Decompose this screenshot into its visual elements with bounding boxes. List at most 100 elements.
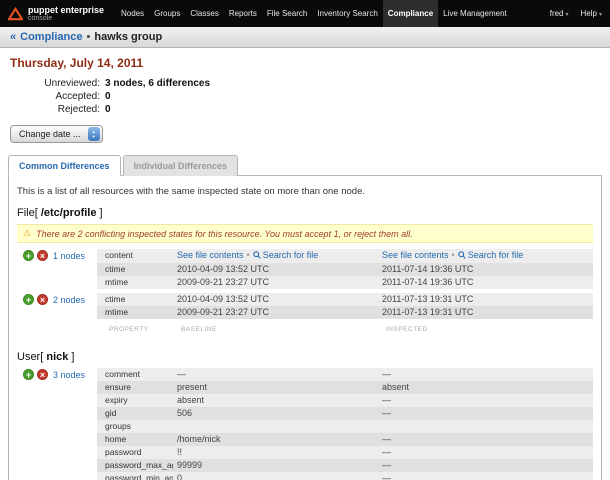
baseline-cell — [173, 420, 378, 433]
search-for-file-link[interactable]: Search for file — [468, 250, 524, 260]
user-menu[interactable]: fred▾ — [550, 9, 569, 18]
table-row: password !! — — [97, 446, 593, 459]
summary-rejected: Rejected: 0 — [8, 103, 602, 116]
brand-subtitle: console — [28, 15, 104, 23]
breadcrumb: « Compliance • hawks group — [0, 27, 610, 48]
table-row: comment — — — [97, 368, 593, 381]
chevron-down-icon: ▾ — [599, 12, 602, 18]
chevron-down-icon: ▾ — [566, 12, 569, 18]
table-row: expiry absent — — [97, 394, 593, 407]
table-row: password_max_age 99999 — — [97, 459, 593, 472]
warning-icon: ⚠ — [23, 228, 31, 239]
inspected-cell: See file contents• Search for file — [378, 249, 593, 263]
unreviewed-label: Unreviewed: — [8, 77, 100, 90]
table-row: mtime 2009-09-21 23:27 UTC 2011-07-13 19… — [97, 306, 593, 319]
baseline-cell: 506 — [173, 407, 378, 420]
summary-unreviewed: Unreviewed: 3 nodes, 6 differences — [8, 77, 602, 90]
tab-bar: Common Differences Individual Difference… — [8, 155, 602, 176]
top-nav-bar: puppet enterprise console Nodes Groups C… — [0, 0, 610, 27]
table-row: password_min_age 0 — — [97, 472, 593, 480]
inspected-column-label: INSPECTED — [382, 326, 589, 333]
table-row: content See file contents•Search for fil… — [97, 249, 593, 263]
help-menu-label: Help — [581, 9, 597, 18]
nav-classes[interactable]: Classes — [185, 0, 223, 27]
summary-accepted: Accepted: 0 — [8, 90, 602, 103]
puppet-logo-icon — [8, 7, 23, 21]
diff-group-3: + × 3 nodes comment — — ensure present a… — [17, 368, 593, 480]
user-menu-label: fred — [550, 9, 564, 18]
accept-icon[interactable]: + — [23, 369, 34, 380]
common-differences-panel: This is a list of all resources with the… — [8, 175, 602, 480]
change-date-button[interactable]: Change date ... ▲ ▼ — [10, 125, 103, 143]
nav-groups[interactable]: Groups — [149, 0, 185, 27]
nav-live-management[interactable]: Live Management — [438, 0, 512, 27]
see-file-contents-link[interactable]: See file contents — [177, 250, 244, 260]
baseline-cell: 2010-04-09 13:52 UTC — [173, 293, 378, 306]
inspected-cell: 2011-07-13 19:31 UTC — [378, 306, 593, 319]
table-row: groups — [97, 420, 593, 433]
inspected-cell: — — [378, 472, 593, 480]
property-cell: mtime — [101, 306, 173, 319]
search-for-file-link[interactable]: Search for file — [263, 250, 319, 260]
nav-nodes[interactable]: Nodes — [116, 0, 149, 27]
inspected-cell: 2011-07-14 19:36 UTC — [378, 276, 593, 289]
unreviewed-value: 3 nodes, 6 differences — [105, 77, 210, 90]
property-cell: gid — [101, 407, 173, 420]
nodes-link[interactable]: 2 nodes — [53, 294, 85, 306]
nav-inventory-search[interactable]: Inventory Search — [312, 0, 382, 27]
top-right-menus: fred▾ Help▾ — [550, 9, 602, 18]
nav-compliance[interactable]: Compliance — [383, 0, 438, 27]
tab-individual-differences[interactable]: Individual Differences — [123, 155, 239, 176]
baseline-cell: See file contents• Search for file — [173, 249, 378, 263]
property-column-label: PROPERTY — [105, 326, 177, 333]
back-chevrons-icon: « — [10, 31, 16, 43]
property-cell: content — [101, 249, 173, 263]
resource-title-file: File[ /etc/profile ] — [17, 207, 593, 219]
table-row: ctime 2010-04-09 13:52 UTC 2011-07-14 19… — [97, 263, 593, 276]
property-cell: password_max_age — [101, 459, 173, 472]
reject-icon[interactable]: × — [37, 294, 48, 305]
property-cell: password_min_age — [101, 472, 173, 480]
inspected-cell: — — [378, 407, 593, 420]
help-menu[interactable]: Help▾ — [581, 9, 602, 18]
accept-icon[interactable]: + — [23, 250, 34, 261]
property-cell: expiry — [101, 394, 173, 407]
baseline-cell: — — [173, 368, 378, 381]
page-title: Thursday, July 14, 2011 — [8, 56, 602, 70]
property-cell: ensure — [101, 381, 173, 394]
inspected-cell: — — [378, 459, 593, 472]
baseline-cell: 2009-09-21 23:27 UTC — [173, 306, 378, 319]
property-cell: ctime — [101, 293, 173, 306]
accept-icon[interactable]: + — [23, 294, 34, 305]
property-cell: groups — [101, 420, 173, 433]
inspected-cell: absent — [378, 381, 593, 394]
table-row: home /home/nick — — [97, 433, 593, 446]
baseline-cell: present — [173, 381, 378, 394]
baseline-cell: 2009-09-21 23:27 UTC — [173, 276, 378, 289]
search-icon — [253, 250, 261, 263]
property-cell: comment — [101, 368, 173, 381]
tab-common-differences[interactable]: Common Differences — [8, 155, 121, 176]
baseline-cell: 99999 — [173, 459, 378, 472]
nodes-link[interactable]: 3 nodes — [53, 369, 85, 381]
see-file-contents-link[interactable]: See file contents — [382, 250, 449, 260]
reject-icon[interactable]: × — [37, 369, 48, 380]
nav-file-search[interactable]: File Search — [262, 0, 312, 27]
nav-reports[interactable]: Reports — [224, 0, 262, 27]
breadcrumb-compliance-link[interactable]: Compliance — [20, 31, 82, 43]
brand-name: puppet enterprise — [28, 5, 104, 15]
property-cell: password — [101, 446, 173, 459]
bullet-separator: • — [247, 250, 250, 260]
nodes-link[interactable]: 1 nodes — [53, 250, 85, 262]
baseline-cell: !! — [173, 446, 378, 459]
resource-title-user: User[ nick ] — [17, 351, 593, 363]
table-row: gid 506 — — [97, 407, 593, 420]
inspected-cell: — — [378, 394, 593, 407]
table-row: ctime 2010-04-09 13:52 UTC 2011-07-13 19… — [97, 293, 593, 306]
baseline-cell: 0 — [173, 472, 378, 480]
bullet-separator: • — [452, 250, 455, 260]
inspected-cell: 2011-07-13 19:31 UTC — [378, 293, 593, 306]
conflict-warning: ⚠ There are 2 conflicting inspected stat… — [17, 224, 593, 243]
reject-icon[interactable]: × — [37, 250, 48, 261]
property-cell: home — [101, 433, 173, 446]
